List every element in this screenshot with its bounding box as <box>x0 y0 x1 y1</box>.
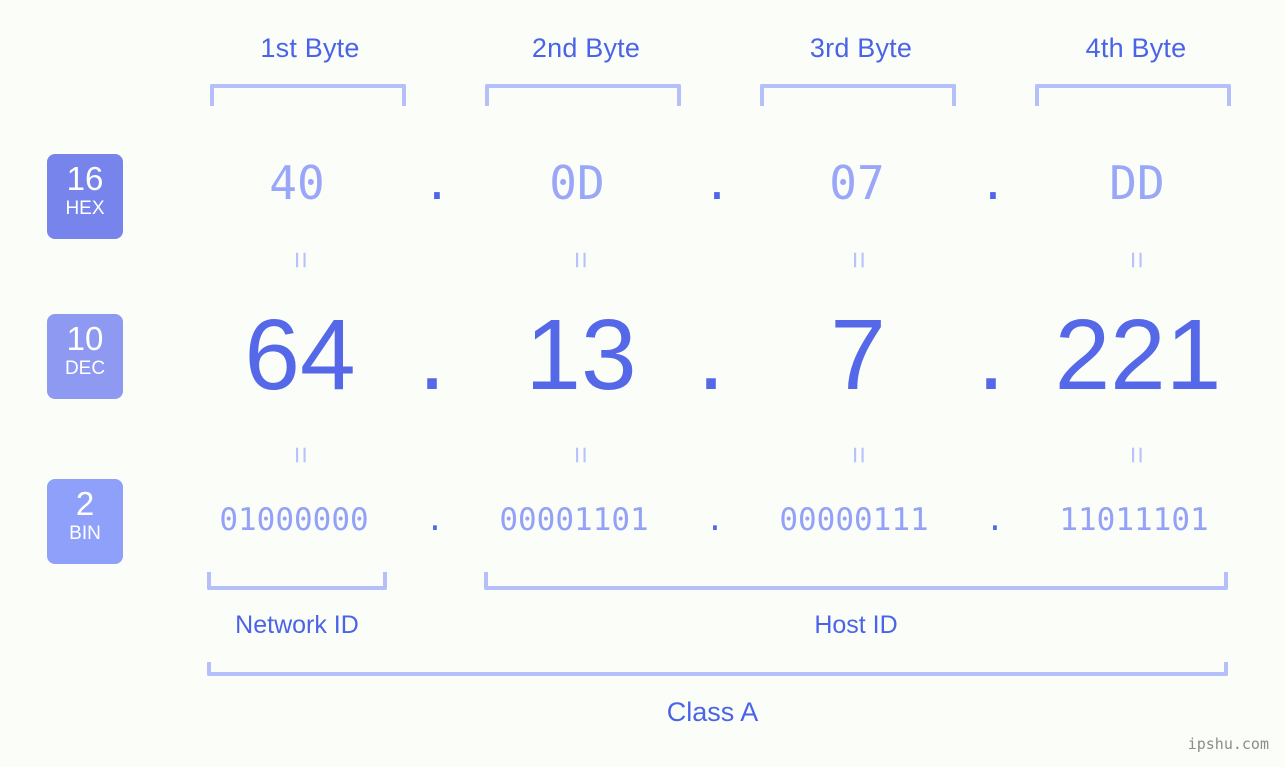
bin-octet-1: 01000000 <box>219 502 369 538</box>
equals-mark-hex-dec-1: = <box>284 251 317 269</box>
dec-octet-2: 13 <box>525 299 637 411</box>
byte-header-4: 4th Byte <box>1085 33 1187 63</box>
dec-separator-2: . <box>697 299 725 411</box>
class-label-text: Class A <box>666 697 759 727</box>
hex-octet-3: 07 <box>829 156 885 210</box>
hex-octet-2: 0D <box>549 156 605 210</box>
bin-octet-2: 00001101 <box>499 502 649 538</box>
byte-bracket-2 <box>485 84 681 106</box>
equals-mark-hex-dec-4: = <box>1120 251 1153 269</box>
dec-octet-3: 7 <box>830 299 886 411</box>
base-badge-bin-number: 2 <box>75 485 95 522</box>
base-badge-hex: 16 HEX <box>47 154 123 239</box>
equals-mark-dec-bin-2: = <box>564 446 597 464</box>
equals-mark-hex-dec-2: = <box>564 251 597 269</box>
host-id-label: Host ID <box>814 611 898 639</box>
hex-octet-4: DD <box>1109 156 1165 210</box>
byte-header-3: 3rd Byte <box>809 33 913 63</box>
byte-bracket-4 <box>1035 84 1231 106</box>
dec-octet-1: 64 <box>244 299 356 411</box>
dec-octet-4: 221 <box>1054 299 1222 411</box>
class-label: Class A <box>0 697 1285 728</box>
dec-separator-1: . <box>418 299 446 411</box>
ip-address-breakdown-diagram: 1st Byte 2nd Byte 3rd Byte 4th Byte 16 H… <box>0 0 1285 767</box>
network-id-label: Network ID <box>235 611 359 639</box>
site-watermark: ipshu.com <box>1187 735 1269 753</box>
host-id-bracket <box>484 572 1228 590</box>
base-badge-hex-number: 16 <box>66 160 104 197</box>
byte-bracket-3 <box>760 84 956 106</box>
base-badge-bin: 2 BIN <box>47 479 123 564</box>
base-badge-hex-name: HEX <box>65 198 105 219</box>
base-badge-dec-number: 10 <box>66 320 104 357</box>
base-badge-dec: 10 DEC <box>47 314 123 399</box>
dec-separator-3: . <box>977 299 1005 411</box>
base-badge-bin-name: BIN <box>69 523 101 544</box>
byte-header-2: 2nd Byte <box>531 33 641 63</box>
byte-header-1: 1st Byte <box>260 33 360 63</box>
network-id-bracket <box>207 572 387 590</box>
equals-mark-dec-bin-1: = <box>284 446 317 464</box>
bin-octet-3: 00000111 <box>779 502 929 538</box>
byte-bracket-1 <box>210 84 406 106</box>
equals-mark-dec-bin-4: = <box>1120 446 1153 464</box>
class-bracket <box>207 662 1228 676</box>
bin-octet-4: 11011101 <box>1059 502 1209 538</box>
equals-mark-dec-bin-3: = <box>842 446 875 464</box>
equals-mark-hex-dec-3: = <box>842 251 875 269</box>
hex-octet-1: 40 <box>269 156 325 210</box>
base-badge-dec-name: DEC <box>64 358 106 379</box>
